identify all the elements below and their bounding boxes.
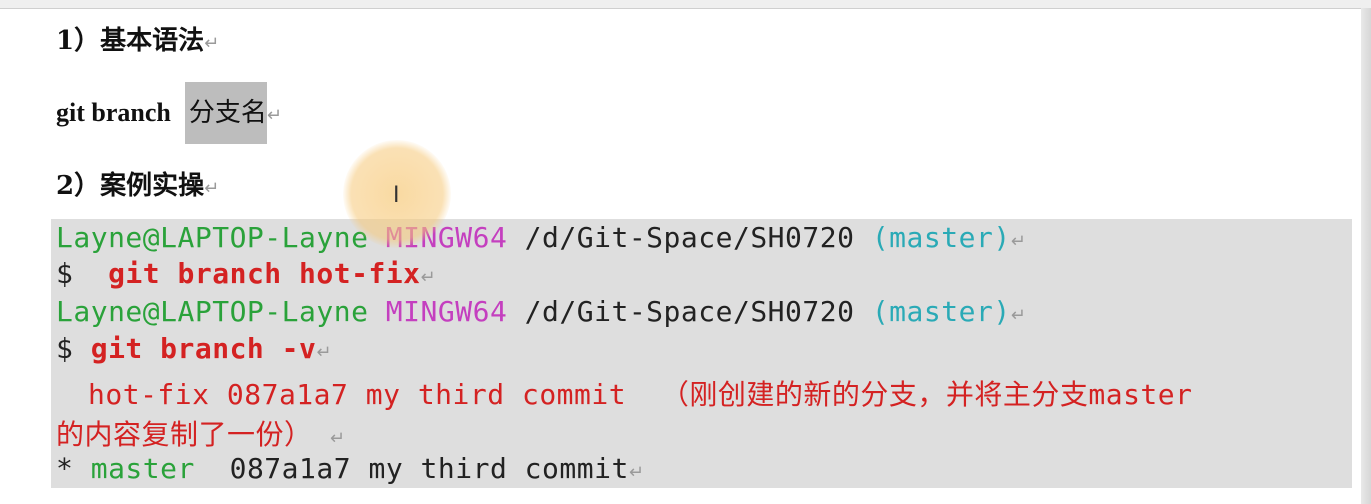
section-1-heading-text: 1）基本语法 (56, 26, 205, 56)
syntax-placeholder-highlight[interactable]: 分支名 (184, 82, 267, 144)
branch-name: hot-fix (88, 378, 210, 411)
paragraph-mark-icon: ↵ (1010, 231, 1027, 252)
paragraph-mark-icon: ↵ (266, 105, 282, 126)
terminal-command-line: $ git branch hot-fix↵ (56, 257, 436, 290)
commit-hash: 087a1a7 (229, 452, 352, 485)
prompt-branch: (master) (871, 221, 1011, 254)
vertical-scrollbar[interactable] (1361, 8, 1371, 504)
window-top-strip (0, 0, 1371, 9)
annotation-note-continued: 的内容复制了一份） (56, 418, 313, 451)
paragraph-mark-icon: ↵ (329, 428, 346, 449)
branch-output-line: hot-fix 087a1a7 my third commit （刚创建的新的分… (88, 373, 1193, 413)
paragraph-mark-icon: ↵ (316, 342, 332, 363)
prompt-user-host: Layne@LAPTOP-Layne (56, 295, 369, 328)
text-cursor-icon: I (393, 183, 400, 208)
prompt-env: MINGW64 (385, 295, 508, 328)
prompt-branch: (master) (871, 295, 1011, 328)
terminal-block: Layne@LAPTOP-Layne MINGW64 /d/Git-Space/… (51, 219, 1352, 488)
paragraph-mark-icon: ↵ (628, 462, 645, 483)
prompt-path: /d/Git-Space/SH0720 (524, 221, 855, 254)
prompt-symbol: $ (56, 332, 74, 365)
prompt-path: /d/Git-Space/SH0720 (524, 295, 855, 328)
commit-message: my third commit (365, 378, 627, 411)
branch-output-continuation: 的内容复制了一份） ↵ (56, 413, 345, 453)
current-branch-star: * (56, 452, 74, 485)
branch-output-line: * master 087a1a7 my third commit↵ (56, 452, 644, 485)
prompt-user-host: Layne@LAPTOP-Layne (56, 221, 369, 254)
syntax-line: git branch 分支名↵ (56, 82, 282, 144)
branch-name: master (90, 452, 195, 485)
annotation-master: master (1088, 378, 1193, 411)
prompt-symbol: $ (56, 257, 74, 290)
terminal-prompt-line: Layne@LAPTOP-Layne MINGW64 /d/Git-Space/… (56, 221, 1026, 254)
terminal-command-line: $ git branch -v↵ (56, 332, 332, 365)
paragraph-mark-icon: ↵ (204, 178, 220, 199)
command-text: git branch -v (90, 332, 317, 365)
section-1-heading: 1）基本语法↵ (56, 20, 219, 57)
paragraph-mark-icon: ↵ (1010, 305, 1027, 326)
commit-hash: 087a1a7 (226, 378, 349, 411)
syntax-command: git branch (56, 98, 171, 127)
section-2-heading-text: 2）案例实操 (56, 171, 205, 201)
paragraph-mark-icon: ↵ (204, 33, 220, 54)
terminal-prompt-line: Layne@LAPTOP-Layne MINGW64 /d/Git-Space/… (56, 295, 1026, 328)
command-text: git branch hot-fix (108, 257, 421, 290)
paragraph-mark-icon: ↵ (420, 267, 437, 288)
section-2-heading: 2）案例实操↵ (56, 165, 219, 202)
annotation-note: （刚创建的新的分支，并将主分支 (660, 378, 1089, 411)
commit-message: my third commit (368, 452, 629, 485)
